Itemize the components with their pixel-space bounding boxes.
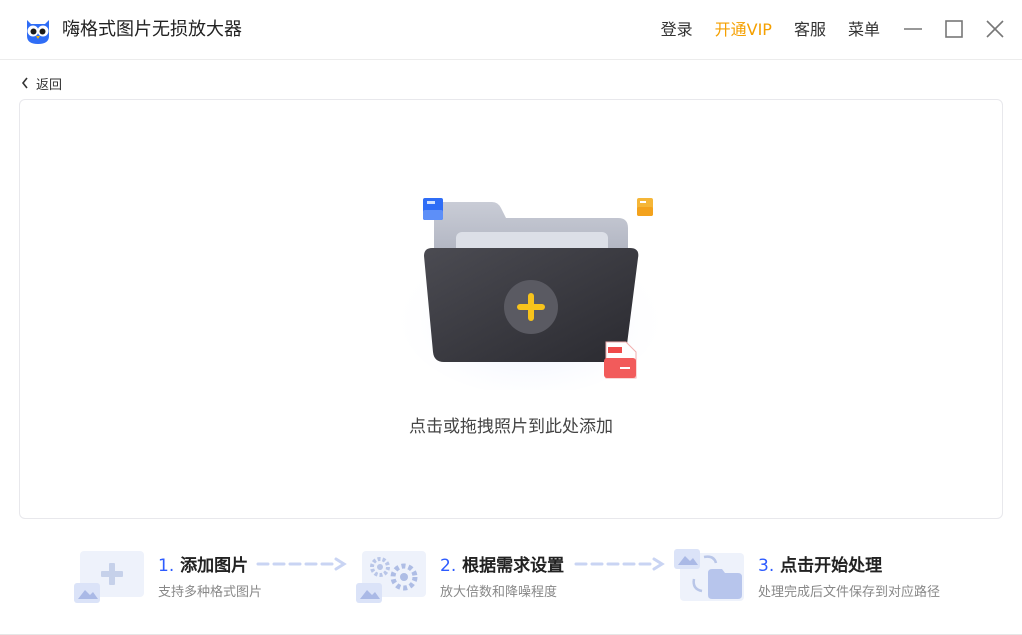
- owl-logo-icon: [27, 20, 49, 44]
- close-icon: [986, 20, 1004, 38]
- close-button[interactable]: [982, 16, 1008, 42]
- step-1-title: 1. 添加图片: [158, 554, 248, 578]
- app-title: 嗨格式图片无损放大器: [62, 19, 242, 40]
- login-link[interactable]: 登录: [661, 19, 693, 41]
- step-2-num: 2.: [440, 556, 457, 576]
- blue-file-icon: [423, 198, 443, 220]
- drop-hint: 点击或拖拽照片到此处添加: [409, 417, 613, 437]
- plus-icon: [504, 280, 558, 334]
- service-link[interactable]: 客服: [794, 19, 826, 41]
- folder-icon: [400, 198, 660, 390]
- add-image-icon: [74, 551, 144, 603]
- step-2-desc: 放大倍数和降噪程度: [440, 585, 558, 600]
- chevron-left-icon: [21, 77, 28, 89]
- process-folder-icon: [674, 549, 744, 601]
- back-button[interactable]: 返回: [20, 73, 62, 93]
- title-bar: 嗨格式图片无损放大器 登录 开通VIP 客服 菜单: [0, 0, 1022, 60]
- maximize-icon: [945, 20, 963, 38]
- step-3-desc: 处理完成后文件保存到对应路径: [758, 585, 941, 600]
- minimize-button[interactable]: [900, 16, 926, 42]
- step-1-label: 添加图片: [180, 556, 249, 576]
- step-2-title: 2. 根据需求设置: [440, 554, 564, 578]
- step-3-label: 点击开始处理: [780, 556, 883, 576]
- step-2-label: 根据需求设置: [462, 556, 565, 576]
- menu-link[interactable]: 菜单: [848, 19, 880, 41]
- drop-zone[interactable]: 点击或拖拽照片到此处添加: [19, 99, 1003, 519]
- step-arrow-icon: [574, 557, 665, 571]
- orange-file-icon: [637, 198, 653, 216]
- settings-gears-icon: [356, 551, 426, 603]
- maximize-button[interactable]: [941, 16, 967, 42]
- step-3-num: 3.: [758, 556, 775, 576]
- png-file-icon: [604, 341, 637, 379]
- step-3-title: 3. 点击开始处理: [758, 554, 882, 578]
- step-1-desc: 支持多种格式图片: [158, 585, 263, 600]
- vip-link[interactable]: 开通VIP: [715, 19, 772, 41]
- step-1-num: 1.: [158, 556, 175, 576]
- top-nav: 登录 开通VIP 客服 菜单: [639, 19, 880, 41]
- back-label: 返回: [36, 77, 63, 93]
- minimize-icon: [904, 28, 922, 30]
- step-arrow-icon: [256, 557, 347, 571]
